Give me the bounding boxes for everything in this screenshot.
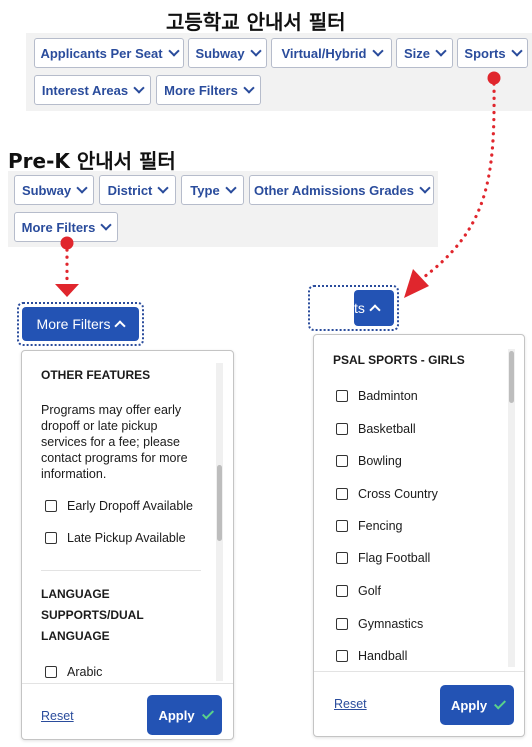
checkbox[interactable]	[45, 532, 57, 544]
option-late-pickup[interactable]: Late Pickup Available	[45, 531, 186, 545]
option-label: Flag Football	[358, 551, 431, 565]
option-label: Cross Country	[358, 487, 438, 501]
option-badminton[interactable]: Badminton	[336, 389, 418, 403]
section-title-other-features: OTHER FEATURES	[41, 368, 151, 382]
option-label: Bowling	[358, 454, 402, 468]
checkbox[interactable]	[336, 423, 348, 435]
apply-label: Apply	[450, 697, 488, 713]
checkmark-icon	[201, 707, 214, 720]
sports-panel: PSAL SPORTS - GIRLS Badminton Basketball…	[313, 334, 525, 737]
scrollbar-thumb[interactable]	[217, 465, 222, 541]
sports-open-button[interactable]: ts	[354, 290, 394, 326]
option-label: Late Pickup Available	[67, 531, 186, 545]
option-label: Basketball	[358, 422, 416, 436]
reset-link[interactable]: Reset	[41, 709, 74, 723]
checkbox[interactable]	[45, 666, 57, 678]
more-filters-open-button[interactable]: More Filters	[22, 307, 139, 341]
option-golf[interactable]: Golf	[336, 584, 381, 598]
section-title-language: LANGUAGE SUPPORTS/DUAL LANGUAGE	[41, 587, 144, 643]
option-label: Handball	[358, 649, 408, 663]
option-label: Gymnastics	[358, 617, 424, 631]
checkbox[interactable]	[336, 488, 348, 500]
apply-label: Apply	[158, 707, 195, 723]
option-label: Fencing	[358, 519, 403, 533]
option-gymnastics[interactable]: Gymnastics	[336, 617, 423, 631]
checkbox[interactable]	[336, 552, 348, 564]
option-basketball[interactable]: Basketball	[336, 422, 416, 436]
scrollbar-thumb[interactable]	[509, 351, 514, 403]
checkbox[interactable]	[336, 455, 348, 467]
panel-footer-divider	[22, 683, 233, 684]
option-label: Badminton	[358, 389, 418, 403]
option-flag-football[interactable]: Flag Football	[336, 551, 430, 565]
option-label: Arabic	[67, 665, 103, 679]
option-arabic[interactable]: Arabic	[45, 665, 102, 679]
checkbox[interactable]	[45, 500, 57, 512]
option-handball[interactable]: Handball	[336, 649, 407, 663]
button-label: More Filters	[36, 316, 111, 332]
option-early-dropoff[interactable]: Early Dropoff Available	[45, 499, 193, 513]
checkbox[interactable]	[336, 390, 348, 402]
arrow-sports	[404, 71, 501, 298]
section-title-psal-sports-girls: PSAL SPORTS - GIRLS	[333, 353, 465, 367]
apply-button[interactable]: Apply	[147, 695, 222, 735]
option-cross-country[interactable]: Cross Country	[336, 487, 438, 501]
panel-footer-divider	[314, 671, 524, 672]
checkbox[interactable]	[336, 618, 348, 630]
button-label: ts	[354, 300, 365, 316]
option-label: Early Dropoff Available	[67, 499, 194, 513]
apply-button[interactable]: Apply	[440, 685, 514, 725]
more-filters-panel: OTHER FEATURES Programs may offer early …	[21, 350, 234, 740]
chevron-up-icon	[369, 304, 381, 316]
checkbox[interactable]	[336, 585, 348, 597]
checkbox[interactable]	[336, 650, 348, 662]
chevron-up-icon	[114, 320, 127, 332]
option-bowling[interactable]: Bowling	[336, 454, 402, 468]
checkmark-icon	[494, 697, 507, 710]
checkbox[interactable]	[336, 520, 348, 532]
section-description: Programs may offer early dropoff or late…	[41, 403, 188, 481]
option-fencing[interactable]: Fencing	[336, 519, 402, 533]
reset-link[interactable]: Reset	[334, 697, 367, 711]
option-label: Golf	[358, 584, 381, 598]
arrow-more-filters	[55, 236, 79, 297]
section-divider	[41, 570, 201, 571]
